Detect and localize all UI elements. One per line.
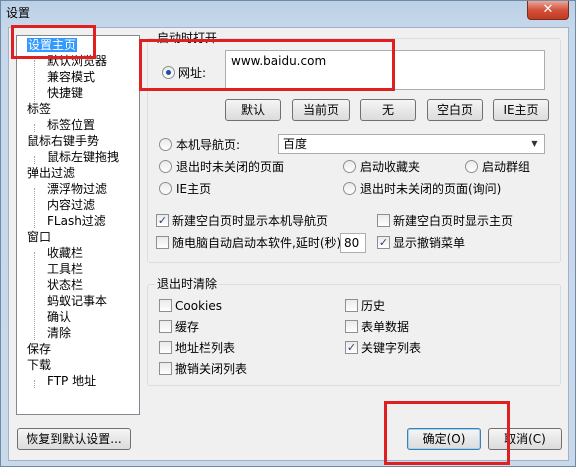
unclosed-pages-radio[interactable] (159, 160, 172, 173)
new-blank-home-label: 新建空白页时显示主页 (393, 214, 514, 228)
settings-tree: 设置主页 默认浏览器 兼容模式 快捷键 标签 标签位置 鼠标右键手势 鼠标左键拖… (16, 35, 140, 415)
new-blank-nav-label: 新建空白页时显示本机导航页 (172, 214, 329, 228)
tree-connector (34, 156, 35, 164)
window-title: 设置 (6, 6, 31, 20)
new-blank-home-checkbox[interactable] (377, 214, 390, 227)
tree-item-tabs[interactable]: 标签 (27, 102, 51, 118)
cookies-label: Cookies (175, 299, 222, 313)
home-url-field[interactable]: www.baidu.com (225, 50, 545, 90)
local-nav-value: 百度 (283, 137, 308, 151)
tree-connector (34, 188, 35, 228)
unclosed-ask-label: 退出时未关闭的页面(询问) (360, 182, 502, 196)
group-label: 启动群组 (482, 160, 531, 174)
clear-on-exit-label: 退出时清除 (155, 277, 220, 291)
blank-page-button[interactable]: 空白页 (427, 99, 483, 121)
tree-item-toolbar[interactable]: 工具栏 (47, 262, 83, 278)
tree-item-content-filter[interactable]: 内容过滤 (47, 198, 95, 214)
history-label: 历史 (361, 299, 386, 313)
tree-item-statusbar[interactable]: 状态栏 (47, 278, 83, 294)
restore-defaults-button[interactable]: 恢复到默认设置... (17, 428, 131, 450)
form-data-checkbox[interactable] (345, 320, 358, 333)
local-nav-label: 本机导航页: (176, 138, 241, 152)
tree-item-notepad[interactable]: 蚂蚁记事本 (47, 294, 107, 310)
ie-home-button[interactable]: IE主页 (493, 99, 549, 121)
undo-close-list-label: 撤销关闭列表 (175, 362, 248, 376)
favorites-label: 启动收藏夹 (360, 160, 421, 174)
ok-button[interactable]: 确定(O) (407, 428, 481, 450)
tree-item-compat-mode[interactable]: 兼容模式 (47, 70, 95, 86)
tree-item-right-gesture[interactable]: 鼠标右键手势 (27, 134, 99, 150)
tree-item-default-browser[interactable]: 默认浏览器 (47, 54, 107, 70)
title-bar: 设置 ✕ (1, 1, 575, 23)
tree-item-favorites-bar[interactable]: 收藏栏 (47, 246, 83, 262)
settings-window: 设置 ✕ 设置主页 默认浏览器 兼容模式 快捷键 标签 标签位置 鼠标右键手势 … (0, 0, 576, 467)
local-nav-radio[interactable] (159, 138, 172, 151)
tree-item-window[interactable]: 窗口 (27, 230, 51, 246)
group-radio[interactable] (465, 160, 478, 173)
tree-connector (34, 252, 35, 340)
tree-item-float-filter[interactable]: 漂浮物过滤 (47, 182, 107, 198)
cookies-checkbox[interactable] (159, 299, 172, 312)
form-data-label: 表单数据 (361, 320, 410, 334)
current-page-button[interactable]: 当前页 (292, 99, 350, 121)
tree-item-download[interactable]: 下载 (27, 358, 51, 374)
cache-label: 缓存 (175, 320, 200, 334)
tree-item-tab-position[interactable]: 标签位置 (47, 118, 95, 134)
history-checkbox[interactable] (345, 299, 358, 312)
default-url-button[interactable]: 默认 (225, 99, 281, 121)
startup-group-label: 启动时打开 (155, 31, 220, 45)
ie-home-label: IE主页 (176, 182, 212, 196)
cache-checkbox[interactable] (159, 320, 172, 333)
url-radio[interactable] (162, 66, 175, 79)
ie-home-radio[interactable] (159, 182, 172, 195)
favorites-radio[interactable] (343, 160, 356, 173)
none-button[interactable]: 无 (360, 99, 416, 121)
url-label: 网址: (178, 66, 207, 80)
autostart-checkbox[interactable] (156, 236, 169, 249)
close-icon[interactable]: ✕ (527, 1, 569, 20)
show-undo-menu-label: 显示撤销菜单 (393, 236, 466, 250)
chevron-down-icon: ▼ (531, 139, 538, 148)
tree-item-home-settings[interactable]: 设置主页 (27, 38, 78, 54)
keyword-list-checkbox[interactable]: ✓ (345, 341, 358, 354)
autostart-delay-field[interactable]: 80 (340, 233, 366, 253)
dialog-body: 设置主页 默认浏览器 兼容模式 快捷键 标签 标签位置 鼠标右键手势 鼠标左键拖… (8, 27, 569, 461)
tree-item-ftp-address[interactable]: FTP 地址 (47, 374, 96, 390)
undo-close-list-checkbox[interactable] (159, 362, 172, 375)
tree-item-popup-filter[interactable]: 弹出过滤 (27, 166, 75, 182)
local-nav-select[interactable]: 百度 ▼ (278, 134, 545, 154)
tree-item-left-drag[interactable]: 鼠标左键拖拽 (47, 150, 119, 166)
cancel-button[interactable]: 取消(C) (488, 428, 562, 450)
tree-connector (34, 380, 35, 388)
autostart-label: 随电脑自动启动本软件,延时(秒) (172, 236, 342, 250)
tree-item-flash-filter[interactable]: FLash过滤 (47, 214, 106, 230)
address-list-label: 地址栏列表 (175, 341, 236, 355)
tree-item-confirm[interactable]: 确认 (47, 310, 71, 326)
new-blank-nav-checkbox[interactable]: ✓ (156, 214, 169, 227)
unclosed-ask-radio[interactable] (343, 182, 356, 195)
unclosed-pages-label: 退出时未关闭的页面 (176, 160, 285, 174)
keyword-list-label: 关键字列表 (361, 341, 422, 355)
tree-item-clear[interactable]: 清除 (47, 326, 71, 342)
tree-connector (34, 124, 35, 132)
tree-item-shortcuts[interactable]: 快捷键 (47, 86, 83, 102)
show-undo-menu-checkbox[interactable]: ✓ (377, 236, 390, 249)
tree-item-save[interactable]: 保存 (27, 342, 51, 358)
address-list-checkbox[interactable] (159, 341, 172, 354)
tree-connector (34, 60, 35, 108)
